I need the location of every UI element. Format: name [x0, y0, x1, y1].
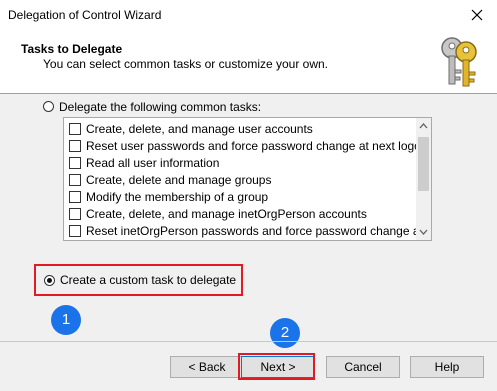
common-tasks-label[interactable]: Delegate the following common tasks: — [59, 100, 261, 114]
title-bar: Delegation of Control Wizard — [0, 0, 497, 30]
custom-task-radio[interactable] — [44, 275, 55, 286]
task-label: Create, delete, and manage inetOrgPerson… — [86, 207, 367, 221]
task-label: Reset inetOrgPerson passwords and force … — [86, 224, 416, 238]
list-item[interactable]: Create, delete and manage groups — [64, 172, 416, 189]
task-label: Modify the membership of a group — [86, 190, 269, 204]
scroll-up-icon[interactable] — [416, 118, 431, 134]
close-icon[interactable] — [465, 3, 489, 27]
wizard-header: Tasks to Delegate You can select common … — [0, 30, 497, 94]
task-checkbox[interactable] — [69, 208, 81, 220]
page-title: Tasks to Delegate — [21, 42, 123, 56]
common-tasks-list[interactable]: Create, delete, and manage user accounts… — [63, 117, 432, 241]
list-item[interactable]: Modify the membership of a group — [64, 189, 416, 206]
task-checkbox[interactable] — [69, 140, 81, 152]
list-item[interactable]: Read all user information — [64, 155, 416, 172]
step-1-badge: 1 — [51, 305, 81, 335]
common-tasks-radio[interactable] — [43, 101, 54, 112]
task-label: Reset user passwords and force password … — [86, 139, 416, 153]
help-button[interactable]: Help — [410, 356, 484, 378]
task-checkbox[interactable] — [69, 157, 81, 169]
task-checkbox[interactable] — [69, 225, 81, 237]
task-label: Create, delete and manage groups — [86, 173, 272, 187]
task-label: Read all user information — [86, 156, 220, 170]
back-button[interactable]: < Back — [170, 356, 244, 378]
list-item[interactable]: Create, delete, and manage inetOrgPerson… — [64, 206, 416, 223]
task-checkbox[interactable] — [69, 174, 81, 186]
custom-task-highlight: Create a custom task to delegate — [34, 264, 243, 296]
page-subtitle: You can select common tasks or customize… — [43, 57, 329, 71]
list-scrollbar[interactable] — [416, 118, 431, 240]
step-2-badge: 2 — [270, 318, 300, 348]
list-item[interactable]: Create, delete, and manage user accounts — [64, 121, 416, 138]
keys-icon — [441, 37, 477, 87]
scroll-down-icon[interactable] — [416, 224, 431, 240]
footer-divider — [0, 341, 497, 342]
cancel-button[interactable]: Cancel — [326, 356, 400, 378]
scroll-thumb[interactable] — [418, 137, 429, 191]
custom-task-label[interactable]: Create a custom task to delegate — [60, 273, 236, 287]
task-checkbox[interactable] — [69, 123, 81, 135]
list-item[interactable]: Reset inetOrgPerson passwords and force … — [64, 223, 416, 240]
task-label: Create, delete, and manage user accounts — [86, 122, 313, 136]
list-item[interactable]: Reset user passwords and force password … — [64, 138, 416, 155]
task-checkbox[interactable] — [69, 191, 81, 203]
next-button[interactable]: Next > — [241, 356, 315, 378]
window-title: Delegation of Control Wizard — [8, 8, 162, 22]
